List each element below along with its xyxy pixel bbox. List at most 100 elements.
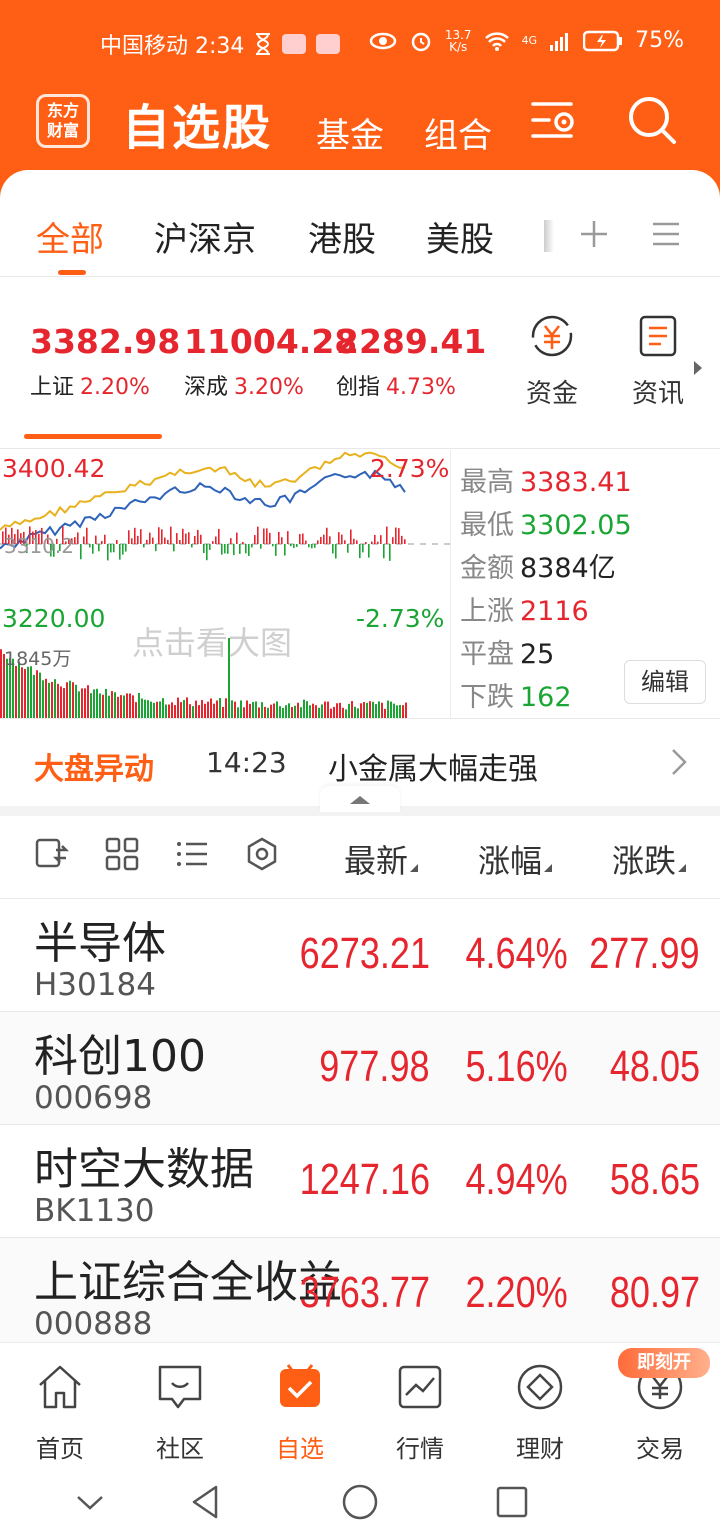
stock-change: 58.65 <box>609 1155 700 1204</box>
active-index-indicator <box>24 434 162 439</box>
capital-flow-button[interactable]: 资金 <box>512 314 592 410</box>
stock-price: 3763.77 <box>299 1268 430 1317</box>
stat-down-count: 下跌 162 <box>460 682 572 713</box>
stock-code: H30184 <box>34 967 156 1003</box>
stock-name: 上证综合全收益 <box>34 1257 342 1308</box>
divider <box>0 276 720 277</box>
chart-high-pct: 2.73% <box>370 454 450 483</box>
stock-pct: 2.20% <box>465 1268 568 1317</box>
app-header: 东方 财富 自选股 基金 组合 <box>0 80 720 160</box>
eye-icon <box>369 32 397 49</box>
divider <box>0 448 720 449</box>
list-icon[interactable] <box>174 836 210 872</box>
signal-icon <box>550 32 569 51</box>
recents-icon[interactable] <box>492 1482 532 1522</box>
caret-up-icon <box>350 796 370 804</box>
menu-icon[interactable] <box>650 218 682 250</box>
index-strip: 3382.98 上证 2.20% 11004.28 深成 3.20% 2289.41… <box>0 300 720 440</box>
active-tab-indicator <box>58 270 86 275</box>
chart-watermark: 点击看大图 <box>132 624 293 662</box>
bottom-nav: 首页 社区 自选 行情 理财 交易 <box>0 1342 720 1464</box>
edit-button[interactable]: 编辑 <box>624 660 706 704</box>
stock-pct: 4.64% <box>465 929 568 978</box>
gear-circle-icon[interactable] <box>244 836 280 872</box>
stock-code: 000698 <box>34 1080 153 1116</box>
column-pct[interactable]: 涨幅 <box>478 836 553 882</box>
stock-name: 科创100 <box>34 1031 206 1082</box>
movement-time: 14:23 <box>206 746 287 779</box>
index-cyb[interactable]: 2289.41 创指 4.73% <box>336 322 486 401</box>
notification-badge-icon <box>316 34 341 54</box>
nav-home[interactable]: 首页 <box>10 1361 110 1464</box>
tab-hs[interactable]: 沪深京 <box>154 212 256 261</box>
system-nav-bar <box>0 1464 720 1540</box>
column-change[interactable]: 涨跌 <box>612 836 687 882</box>
promo-badge[interactable]: 即刻开 <box>618 1348 710 1378</box>
stock-change: 48.05 <box>609 1042 700 1091</box>
chart-low-label: 3220.00 <box>2 604 106 633</box>
stat-flat-count: 平盘 25 <box>460 639 555 670</box>
market-tabs: 全部 沪深京 港股 美股 <box>0 196 720 276</box>
stock-row[interactable]: 科创100 000698 977.98 5.16% 48.05 <box>0 1012 720 1125</box>
chart-low-pct: -2.73% <box>356 604 445 633</box>
stock-row[interactable]: 半导体 H30184 6273.21 4.64% 277.99 <box>0 899 720 1012</box>
battery-icon <box>583 30 623 51</box>
hourglass-icon <box>256 33 271 55</box>
header-nav-fund[interactable]: 基金 <box>316 108 384 157</box>
tab-hk[interactable]: 港股 <box>308 212 376 261</box>
settings-icon[interactable] <box>530 98 578 142</box>
movement-title: 大盘异动 <box>34 752 154 787</box>
news-button[interactable]: 资讯 <box>618 314 698 410</box>
notification-badge-icon <box>282 34 307 54</box>
stock-row[interactable]: 上证综合全收益 000888 3763.77 2.20% 80.97 <box>0 1238 720 1351</box>
chevron-right-icon[interactable] <box>664 744 694 780</box>
search-icon[interactable] <box>626 94 678 146</box>
column-latest[interactable]: 最新 <box>344 836 419 882</box>
chart-volume-label: 1845万 <box>4 648 72 670</box>
chart-high-label: 3400.42 <box>2 454 106 483</box>
alarm-icon <box>411 32 431 51</box>
stat-low: 最低 3302.05 <box>460 510 632 541</box>
collapse-handle[interactable] <box>320 786 400 812</box>
news-icon <box>639 315 677 357</box>
back-icon[interactable] <box>186 1482 226 1522</box>
community-icon <box>158 1365 202 1409</box>
carrier-time: 中国移动 2:34 <box>100 34 245 59</box>
scroll-right-icon[interactable] <box>692 360 704 376</box>
plus-icon[interactable] <box>578 218 610 250</box>
stock-pct: 5.16% <box>465 1042 568 1091</box>
stock-pct: 4.94% <box>465 1155 568 1204</box>
index-sz[interactable]: 11004.28 深成 3.20% <box>184 322 357 401</box>
home-circle-icon[interactable] <box>340 1482 380 1522</box>
status-bar: 中国移动 2:34 13.7 K/s 4G 75% <box>0 20 720 64</box>
nav-watchlist[interactable]: 自选 <box>250 1361 350 1464</box>
network-type: 4G <box>521 34 538 47</box>
stock-code: 000888 <box>34 1306 153 1342</box>
page-title[interactable]: 自选股 <box>122 88 272 158</box>
header-nav-portfolio[interactable]: 组合 <box>424 108 492 157</box>
chevron-down-icon[interactable] <box>70 1482 110 1522</box>
intraday-chart-svg <box>0 451 450 718</box>
tab-all[interactable]: 全部 <box>36 212 104 261</box>
tab-overflow-fade <box>544 220 554 252</box>
stat-high: 最高 3383.41 <box>460 467 632 498</box>
stock-row[interactable]: 时空大数据 BK1130 1247.16 4.94% 58.65 <box>0 1125 720 1238</box>
nav-finance[interactable]: 理财 <box>490 1361 590 1464</box>
stock-name: 半导体 <box>34 918 166 969</box>
finance-icon <box>517 1364 563 1410</box>
stock-change: 277.99 <box>589 929 700 978</box>
index-sh[interactable]: 3382.98 上证 2.20% <box>30 322 180 401</box>
switch-view-icon[interactable] <box>34 836 70 872</box>
yuan-flow-icon <box>531 315 573 357</box>
tab-us[interactable]: 美股 <box>426 212 494 261</box>
stock-name: 时空大数据 <box>34 1144 254 1195</box>
stock-price: 6273.21 <box>299 929 430 978</box>
watchlist-icon <box>280 1364 320 1407</box>
stat-up-count: 上涨 2116 <box>460 596 589 627</box>
nav-community[interactable]: 社区 <box>130 1361 230 1464</box>
nav-market[interactable]: 行情 <box>370 1361 470 1464</box>
watchlist-header: 最新 涨幅 涨跌 <box>0 816 720 898</box>
stat-amount: 金额 8384亿 <box>460 553 616 584</box>
stock-code: BK1130 <box>34 1193 155 1229</box>
grid-icon[interactable] <box>104 836 140 872</box>
